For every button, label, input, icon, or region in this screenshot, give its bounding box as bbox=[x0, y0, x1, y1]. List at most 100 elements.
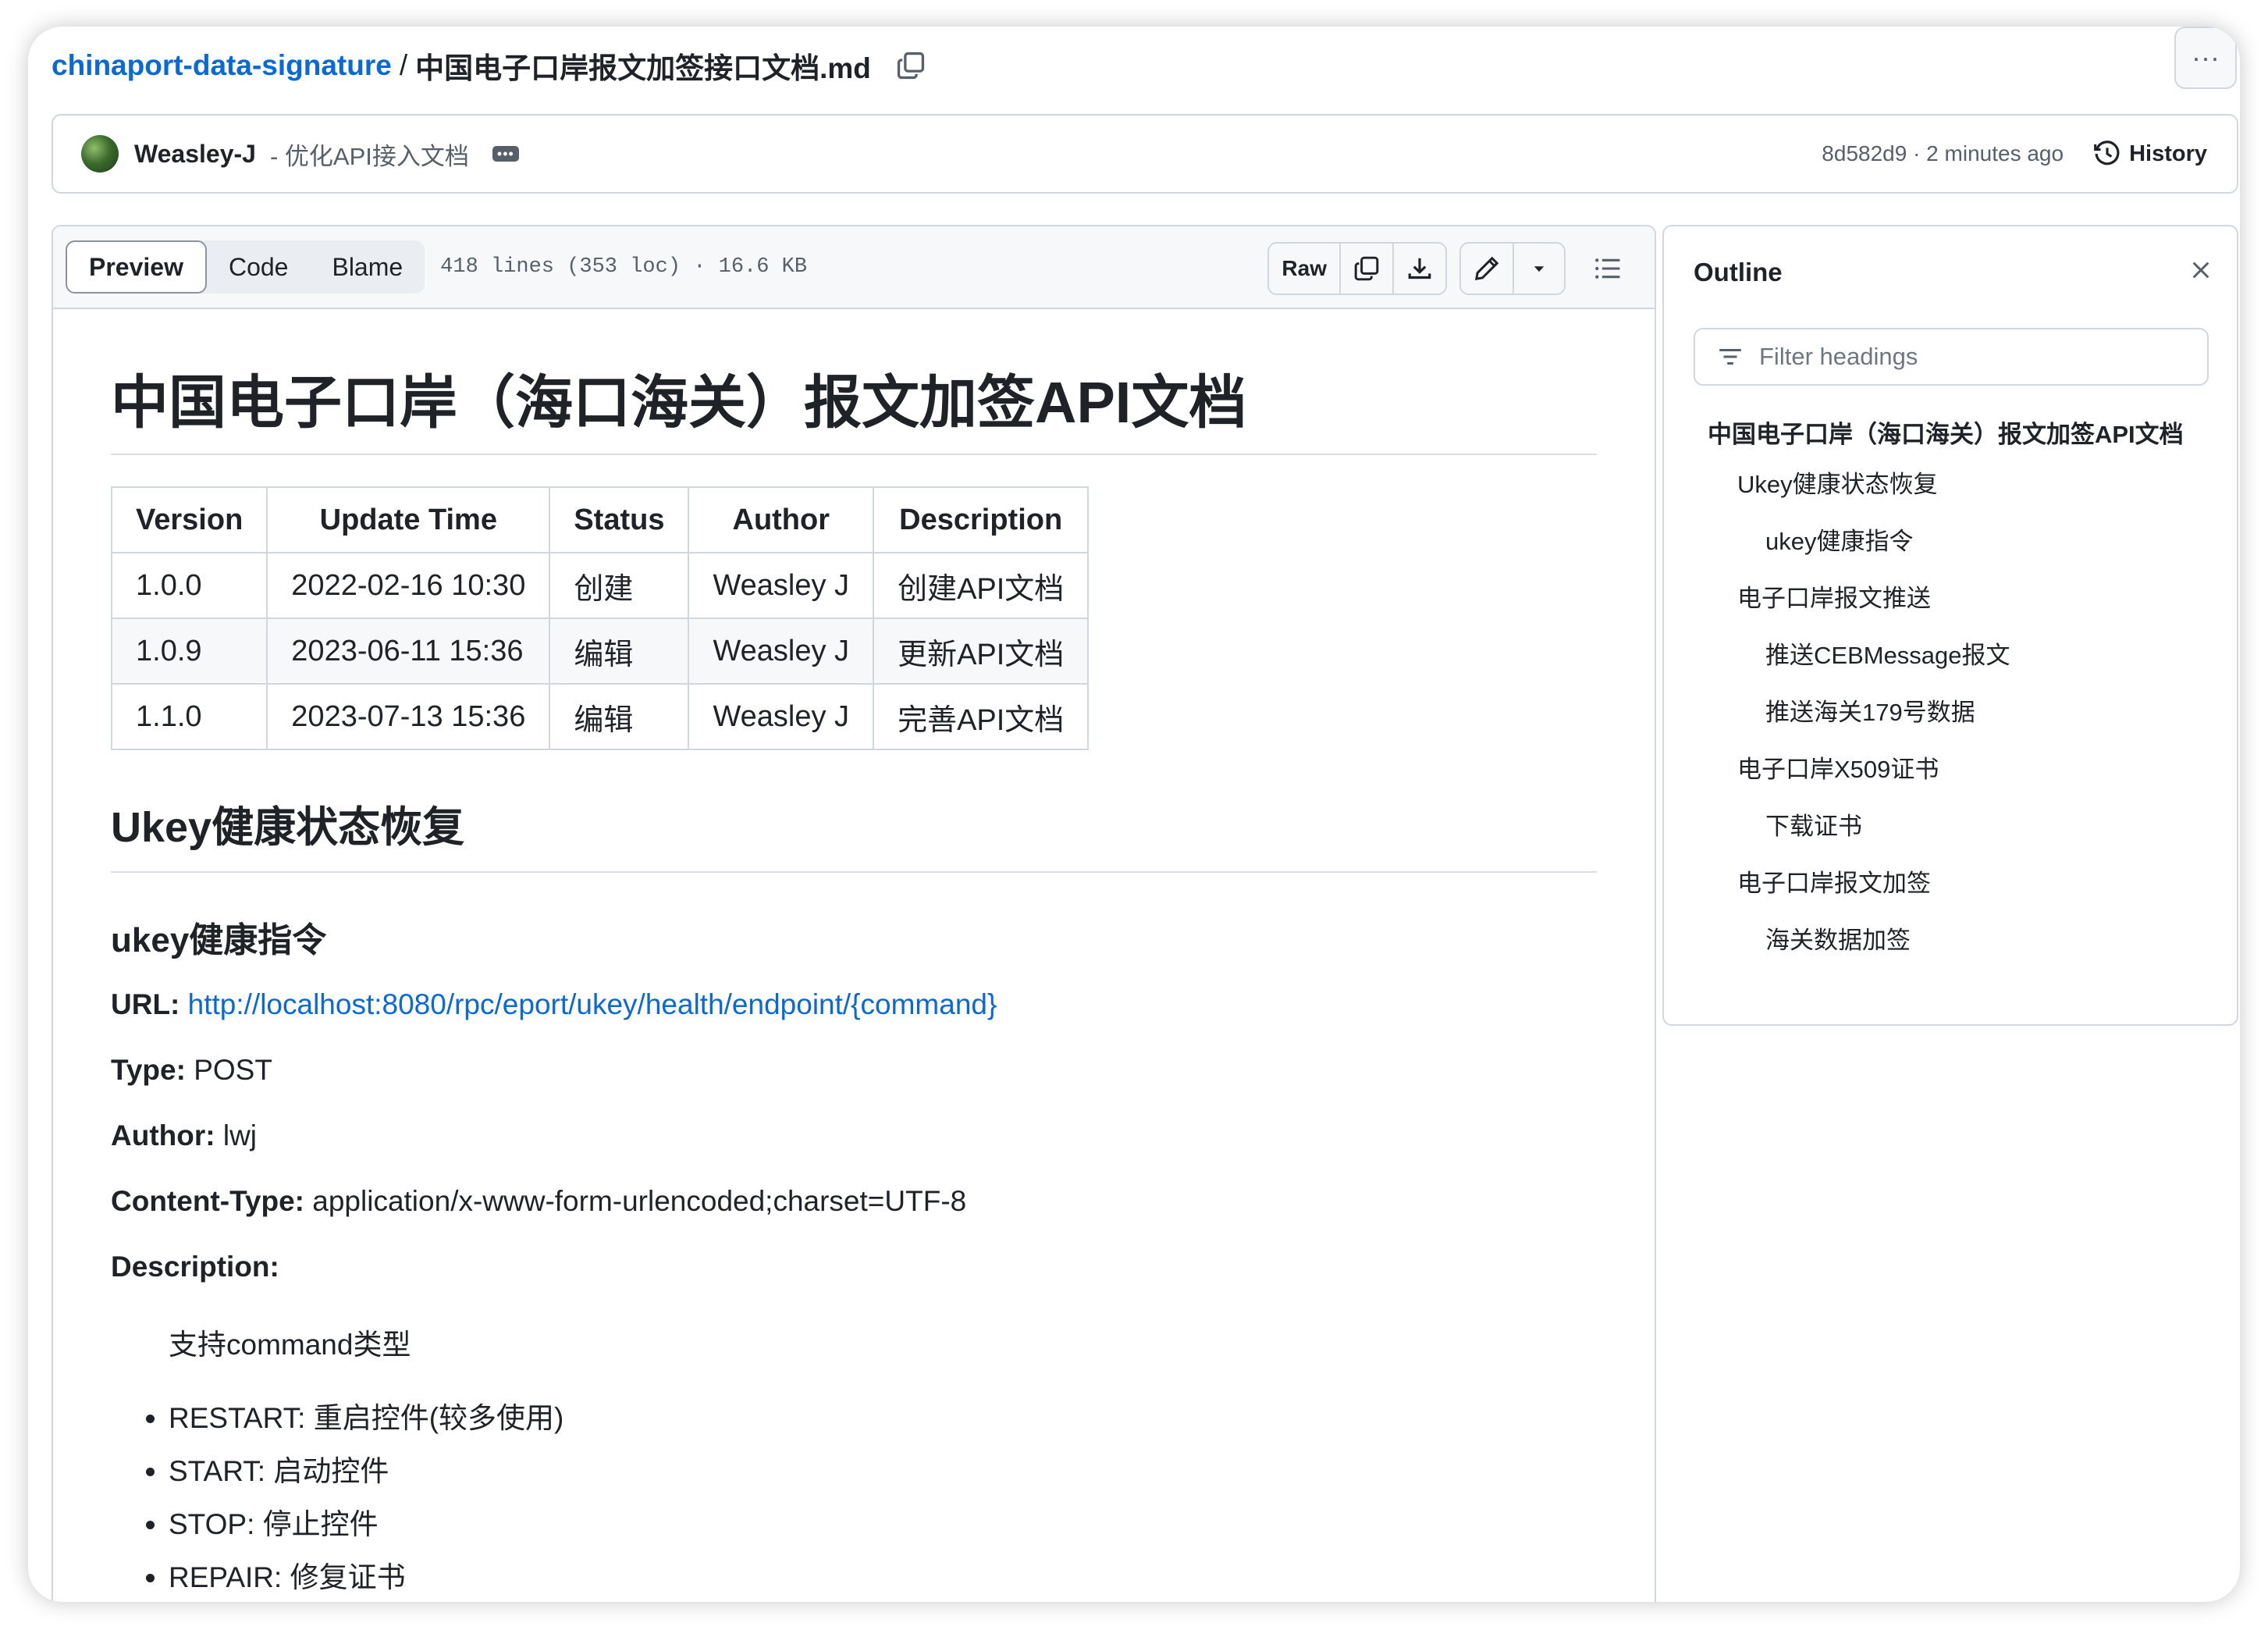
column-header: Status bbox=[549, 486, 690, 553]
table-cell: 编辑 bbox=[549, 683, 690, 750]
outline-toggle-button[interactable] bbox=[1584, 245, 1631, 292]
copy-raw-button[interactable] bbox=[1341, 244, 1394, 294]
column-header: Description bbox=[873, 486, 1090, 553]
command-list: RESTART: 重启控件(较多使用) START: 启动控件 STOP: 停止… bbox=[111, 1394, 1597, 1596]
outline-item[interactable]: 推送CEBMessage报文 bbox=[1708, 638, 2207, 674]
table-row: 1.0.0 2022-02-16 10:30 创建 Weasley J 创建AP… bbox=[110, 552, 1090, 619]
list-item: REPAIR: 修复证书 bbox=[169, 1553, 1597, 1596]
table-cell: Weasley J bbox=[688, 683, 875, 750]
outline-item[interactable]: ukey健康指令 bbox=[1708, 524, 2207, 560]
table-cell: 1.0.9 bbox=[110, 617, 268, 685]
subsection-heading: ukey健康指令 bbox=[111, 921, 327, 959]
history-icon bbox=[2094, 141, 2120, 165]
filter-headings-field bbox=[1694, 328, 2209, 386]
table-cell: 创建API文档 bbox=[873, 552, 1090, 619]
file-viewer: Preview Code Blame 418 lines (353 loc) ·… bbox=[52, 225, 1656, 1602]
browser-window: chinaport-data-signature / 中国电子口岸报文加签接口文… bbox=[28, 27, 2240, 1602]
table-cell: 2023-06-11 15:36 bbox=[266, 617, 551, 685]
version-table: Version Update Time Status Author Descri… bbox=[110, 486, 1090, 750]
file-info: 418 lines (353 loc) · 16.6 KB bbox=[440, 255, 808, 279]
tab-code[interactable]: Code bbox=[207, 240, 311, 294]
ellipsis-icon: ••• bbox=[496, 146, 514, 162]
table-cell: 2022-02-16 10:30 bbox=[266, 552, 551, 619]
pencil-icon bbox=[1475, 256, 1499, 280]
table-cell: 2023-07-13 15:36 bbox=[266, 683, 551, 750]
triangle-down-icon bbox=[1534, 266, 1545, 272]
url-link[interactable]: http://localhost:8080/rpc/eport/ukey/hea… bbox=[188, 988, 997, 1020]
raw-button[interactable]: Raw bbox=[1269, 244, 1341, 294]
author-value: lwj bbox=[222, 1119, 258, 1151]
commit-message[interactable]: - 优化API接入文档 bbox=[270, 137, 469, 172]
outline-title: Outline bbox=[1694, 258, 1783, 286]
commit-author[interactable]: Weasley-J bbox=[134, 140, 256, 169]
tab-preview[interactable]: Preview bbox=[66, 240, 207, 294]
table-cell: 完善API文档 bbox=[873, 683, 1090, 750]
copy-icon bbox=[1354, 256, 1379, 281]
download-button[interactable] bbox=[1394, 244, 1445, 294]
description-field: Description: bbox=[111, 1251, 1597, 1283]
copy-icon bbox=[897, 52, 924, 80]
outline-item[interactable]: 电子口岸报文推送 bbox=[1708, 581, 2207, 617]
filter-headings-input[interactable] bbox=[1758, 342, 2198, 372]
repo-link[interactable]: chinaport-data-signature bbox=[52, 49, 392, 82]
history-label: History bbox=[2129, 141, 2207, 166]
latest-commit-bar: Weasley-J - 优化API接入文档 ••• 8d582d9 · 2 mi… bbox=[52, 114, 2238, 194]
section-heading: Ukey健康状态恢复 bbox=[111, 792, 1597, 873]
table-cell: 更新API文档 bbox=[873, 617, 1090, 685]
edit-options-dropdown[interactable] bbox=[1514, 244, 1564, 294]
close-icon bbox=[2192, 262, 2209, 279]
doc-title: 中国电子口岸（海口海关）报文加签API文档 bbox=[111, 356, 1597, 455]
type-value: POST bbox=[194, 1054, 272, 1086]
outline-list: 中国电子口岸（海口海关）报文加签API文档 Ukey健康状态恢复 ukey健康指… bbox=[1708, 417, 2207, 980]
history-button[interactable]: History bbox=[2093, 140, 2207, 168]
table-cell: 编辑 bbox=[549, 617, 690, 685]
avatar[interactable] bbox=[81, 135, 119, 173]
view-mode-tabs: Preview Code Blame bbox=[66, 240, 425, 294]
outline-item[interactable]: 海关数据加签 bbox=[1708, 923, 2207, 959]
outline-item[interactable]: Ukey健康状态恢复 bbox=[1708, 467, 2207, 503]
download-icon bbox=[1408, 258, 1431, 279]
more-options-button[interactable]: ··· bbox=[2174, 27, 2237, 89]
outline-item[interactable]: 下载证书 bbox=[1708, 809, 2207, 845]
table-cell: Weasley J bbox=[688, 552, 875, 619]
author-label: Author: bbox=[111, 1119, 215, 1151]
url-label: URL: bbox=[111, 988, 180, 1020]
commit-details-button[interactable]: ••• bbox=[492, 146, 519, 162]
table-cell: 创建 bbox=[549, 552, 690, 619]
list-unordered-icon bbox=[1595, 258, 1620, 279]
outline-panel: Outline 中国电子口岸（海口海关）报文加签API文档 Ukey健康状态恢复… bbox=[1662, 225, 2238, 1026]
table-header-row: Version Update Time Status Author Descri… bbox=[110, 486, 1090, 553]
list-item: STOP: 停止控件 bbox=[169, 1500, 1597, 1543]
outline-item[interactable]: 中国电子口岸（海口海关）报文加签API文档 bbox=[1708, 417, 2207, 453]
commit-hash-time[interactable]: 8d582d9 · 2 minutes ago bbox=[1822, 141, 2064, 166]
type-label: Type: bbox=[111, 1054, 186, 1086]
table-cell: Weasley J bbox=[688, 617, 875, 685]
url-field: URL: http://localhost:8080/rpc/eport/uke… bbox=[111, 988, 1597, 1021]
outline-item[interactable]: 推送海关179号数据 bbox=[1708, 695, 2207, 731]
type-field: Type: POST bbox=[111, 1054, 1597, 1087]
column-header: Author bbox=[688, 486, 875, 553]
file-name: 中国电子口岸报文加签接口文档.md bbox=[415, 52, 871, 84]
tab-blame[interactable]: Blame bbox=[310, 240, 425, 294]
content-type-label: Content-Type: bbox=[111, 1185, 304, 1217]
copy-path-button[interactable] bbox=[894, 49, 927, 82]
breadcrumb-separator: / bbox=[399, 49, 408, 81]
list-item: START: 启动控件 bbox=[169, 1447, 1597, 1489]
markdown-body: 中国电子口岸（海口海关）报文加签API文档 Version Update Tim… bbox=[53, 309, 1655, 1596]
content-type-value: application/x-www-form-urlencoded;charse… bbox=[312, 1185, 967, 1217]
outline-item[interactable]: 电子口岸X509证书 bbox=[1708, 752, 2207, 788]
description-label: Description: bbox=[111, 1251, 279, 1283]
table-row: 1.1.0 2023-07-13 15:36 编辑 Weasley J 完善AP… bbox=[110, 683, 1090, 750]
column-header: Version bbox=[110, 486, 268, 553]
close-outline-button[interactable] bbox=[2185, 254, 2216, 286]
list-item: RESTART: 重启控件(较多使用) bbox=[169, 1394, 1597, 1436]
table-cell: 1.1.0 bbox=[110, 683, 268, 750]
file-header: Preview Code Blame 418 lines (353 loc) ·… bbox=[53, 226, 1655, 309]
outline-item[interactable]: 电子口岸报文加签 bbox=[1708, 866, 2207, 902]
table-row: 1.0.9 2023-06-11 15:36 编辑 Weasley J 更新AP… bbox=[110, 617, 1090, 685]
kebab-icon: ··· bbox=[2192, 41, 2220, 73]
file-toolbar: Raw bbox=[1255, 242, 1631, 295]
filter-icon bbox=[1719, 349, 1741, 365]
edit-button[interactable] bbox=[1461, 244, 1514, 294]
author-field: Author: lwj bbox=[111, 1119, 1597, 1152]
